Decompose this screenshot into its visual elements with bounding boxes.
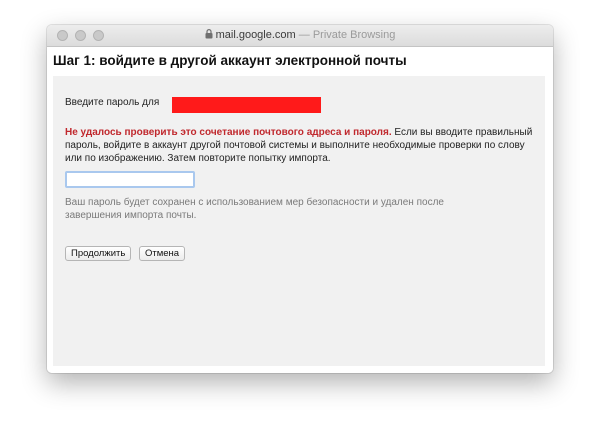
url-text: mail.google.com	[215, 29, 296, 41]
security-note: Ваш пароль будет сохранен с использовани…	[65, 197, 444, 221]
address-bar[interactable]: mail.google.com — Private Browsing	[47, 28, 553, 44]
password-prompt-label: Введите пароль для	[65, 97, 160, 108]
page-content: Шаг 1: войдите в другой аккаунт электрон…	[47, 47, 553, 373]
browser-window: mail.google.com — Private Browsing Шаг 1…	[47, 25, 553, 373]
page-title: Шаг 1: войдите в другой аккаунт электрон…	[53, 53, 407, 68]
continue-button[interactable]: Продолжить	[65, 246, 132, 261]
password-input[interactable]	[65, 171, 195, 188]
title-separator: —	[295, 29, 313, 41]
private-browsing-label: Private Browsing	[312, 29, 396, 41]
title-bar: mail.google.com — Private Browsing	[47, 25, 553, 47]
error-message-bold: Не удалось проверить это сочетание почто…	[65, 127, 392, 138]
import-panel: Введите пароль для Не удалось проверить …	[53, 76, 545, 366]
cancel-button[interactable]: Отмена	[139, 246, 186, 261]
lock-icon	[205, 29, 213, 44]
redacted-email	[172, 97, 321, 113]
error-message: Не удалось проверить это сочетание почто…	[65, 126, 539, 165]
